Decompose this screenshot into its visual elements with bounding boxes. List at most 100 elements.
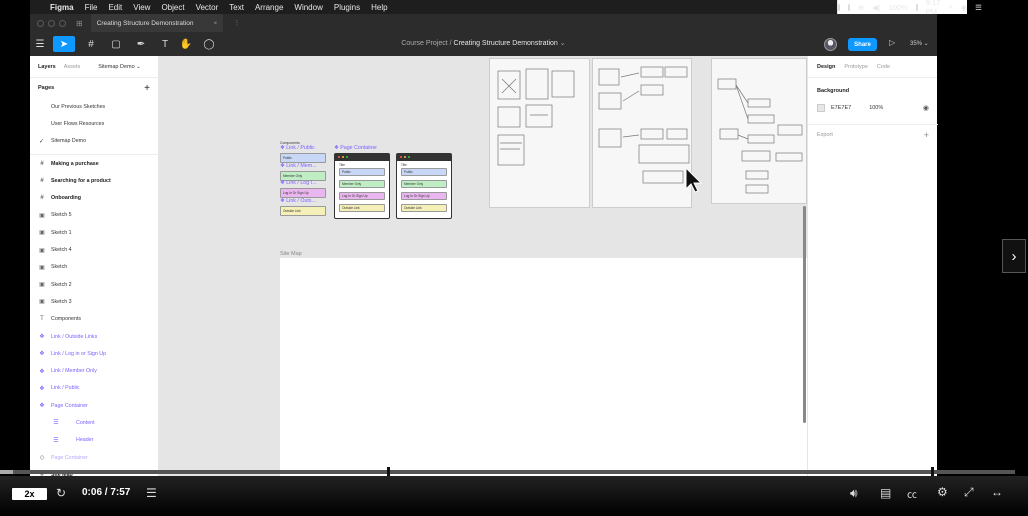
progress-track[interactable] — [0, 470, 1015, 474]
volume-icon[interactable]: ◀) — [872, 3, 880, 12]
breadcrumb-project[interactable]: Course Project — [401, 40, 447, 47]
layer-item[interactable]: ▣ Sketch — [30, 259, 158, 276]
menu-plugins[interactable]: Plugins — [334, 3, 360, 12]
background-opacity[interactable]: 100% — [869, 105, 883, 111]
menu-file[interactable]: File — [85, 3, 98, 12]
link-outside-chip[interactable]: Outside Link — [280, 206, 326, 216]
tab-layers[interactable]: Layers — [38, 64, 56, 70]
component-title[interactable]: ❖ Link / Mem... — [280, 163, 317, 169]
tab-prototype[interactable]: Prototype — [844, 64, 868, 70]
siri-icon[interactable]: ◉ — [961, 3, 968, 12]
close-window-button[interactable] — [37, 19, 44, 27]
background-swatch[interactable] — [817, 104, 825, 112]
sketch-image[interactable] — [592, 58, 692, 208]
sketch-image[interactable] — [711, 58, 807, 204]
site-map-frame[interactable] — [280, 258, 807, 482]
layer-item[interactable]: # Searching for a product — [30, 172, 158, 189]
layer-item[interactable]: ▣ Sketch 5 — [30, 207, 158, 224]
layer-item[interactable]: # Onboarding — [30, 189, 158, 206]
canvas[interactable]: Components ❖ Link / Public Public ❖ Link… — [159, 56, 807, 482]
component-title[interactable]: ❖ Link / Public — [280, 145, 315, 151]
add-page-icon[interactable]: + — [144, 83, 150, 94]
theater-mode-icon[interactable]: ↔ — [991, 485, 1003, 499]
zoom-dropdown[interactable]: 35% ⌄ — [910, 40, 929, 47]
chapter-marker[interactable] — [387, 467, 390, 476]
layer-item[interactable]: ▣ Sketch 3 — [30, 293, 158, 310]
search-icon[interactable]: ⌕ — [948, 2, 952, 12]
sketch-image[interactable] — [489, 58, 590, 208]
layer-item[interactable]: # Making a purchase — [30, 155, 158, 172]
component-title[interactable]: ❖ Link / Log I... — [280, 180, 317, 186]
page-item[interactable]: Our Previous Sketches — [30, 98, 158, 115]
menu-arrange[interactable]: Arrange — [255, 3, 283, 12]
page-item-current[interactable]: ✓ Sitemap Demo — [30, 133, 158, 150]
background-hex[interactable]: E7E7E7 — [831, 105, 851, 111]
control-center-icon[interactable]: ☰ — [975, 3, 982, 12]
layer-item[interactable]: ❖ Page Container — [30, 397, 158, 414]
link-public-chip[interactable]: Public — [280, 153, 326, 163]
component-title-text: Link / Log I... — [286, 180, 317, 186]
add-export-icon[interactable]: + — [924, 130, 929, 140]
menu-window[interactable]: Window — [294, 3, 322, 12]
avatar[interactable] — [824, 38, 837, 51]
menu-view[interactable]: View — [133, 3, 150, 12]
layer-item[interactable]: ◇ Page Container — [30, 449, 158, 466]
layer-item[interactable]: ❖ Link / Log in or Sign Up — [30, 345, 158, 362]
layer-item[interactable]: ❖ Link / Outside Links — [30, 328, 158, 345]
menu-help[interactable]: Help — [371, 3, 387, 12]
menu-app-name[interactable]: Figma — [50, 3, 74, 12]
layer-item[interactable]: ▣ Sketch 4 — [30, 241, 158, 258]
file-name[interactable]: Creating Structure Demonstration — [454, 40, 558, 47]
canvas-scrollbar[interactable] — [803, 206, 806, 423]
page-selector[interactable]: Sitemap Demo ⌄ — [98, 64, 141, 70]
menu-vector[interactable]: Vector — [196, 3, 219, 12]
tab-design[interactable]: Design — [817, 64, 835, 70]
chevron-down-icon[interactable]: ⌄ — [560, 40, 566, 47]
settings-gear-icon[interactable]: ⚙ — [937, 485, 948, 499]
replay-icon[interactable]: ↻ — [56, 486, 66, 500]
layer-item[interactable]: ❖ Link / Member Only — [30, 362, 158, 379]
page-container-card[interactable]: Title Public Member Only Log In Or Sign … — [396, 153, 452, 219]
chapter-marker[interactable] — [931, 467, 934, 476]
layer-item[interactable]: ☰ Content — [30, 414, 158, 431]
captions-icon[interactable]: ㏄ — [907, 486, 917, 501]
page-selector-label: Sitemap Demo — [98, 63, 135, 70]
menu-object[interactable]: Object — [161, 3, 184, 12]
volume-icon[interactable]: 🔊︎ — [850, 486, 858, 501]
file-tab[interactable]: Creating Structure Demonstration × — [90, 14, 224, 32]
battery-icon[interactable] — [915, 3, 918, 11]
component-title[interactable]: ❖ Link / Outs... — [280, 198, 316, 204]
screen-mirror-icon[interactable] — [838, 3, 840, 11]
layer-item[interactable]: T Components — [30, 311, 158, 328]
share-button[interactable]: Share — [848, 38, 877, 51]
page-item[interactable]: User Flows Resources — [30, 115, 158, 132]
wifi-icon[interactable]: ≋ — [858, 3, 864, 12]
present-icon[interactable]: ▷ — [889, 38, 895, 47]
minimize-window-button[interactable] — [48, 19, 55, 27]
layer-item[interactable]: ▣ Sketch 2 — [30, 276, 158, 293]
card-chip: Outside Link — [339, 204, 385, 212]
menu-edit[interactable]: Edit — [108, 3, 122, 12]
fullscreen-icon[interactable]: ⤢ — [964, 485, 974, 500]
sketch-drawing — [598, 66, 690, 184]
screen: Figma File Edit View Object Vector Text … — [0, 0, 1028, 516]
zoom-window-button[interactable] — [59, 19, 66, 27]
site-map-frame-label[interactable]: Site Map — [280, 251, 302, 257]
layer-item[interactable]: ❖ Link / Public — [30, 380, 158, 397]
next-lesson-button[interactable]: › — [1002, 239, 1026, 273]
link-login-chip[interactable]: Log In Or Sign Up — [280, 188, 326, 198]
layer-item[interactable]: ☰ Header — [30, 432, 158, 449]
transcript-icon[interactable]: ☰ — [146, 486, 157, 500]
tab-close-icon[interactable]: × — [214, 20, 218, 27]
tab-code[interactable]: Code — [877, 64, 890, 70]
display-icon[interactable] — [848, 3, 850, 11]
eye-icon[interactable]: ◉ — [923, 104, 929, 112]
files-grid-icon[interactable]: ⊞ — [76, 19, 83, 28]
notes-icon[interactable]: ▤ — [880, 486, 891, 500]
layer-item[interactable]: ▣ Sketch 1 — [30, 224, 158, 241]
playback-speed-button[interactable]: 2x — [12, 488, 47, 500]
menu-text[interactable]: Text — [229, 3, 244, 12]
component-title[interactable]: ❖ Page Container — [334, 145, 377, 151]
page-container-card[interactable]: Title Public Member Only Log In Or Sign … — [334, 153, 390, 219]
tab-assets[interactable]: Assets — [64, 64, 81, 70]
